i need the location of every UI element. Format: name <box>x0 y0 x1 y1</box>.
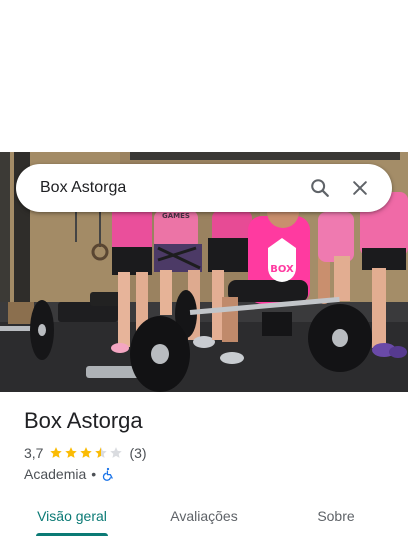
rating-row[interactable]: 3,7 (3) <box>24 444 147 462</box>
place-tabs: Visão geral Avaliações Sobre <box>0 496 408 536</box>
search-bar[interactable]: Box Astorga <box>16 164 392 212</box>
star-half-icon <box>95 447 108 458</box>
tab-label: Visão geral <box>37 508 107 524</box>
search-button[interactable] <box>300 168 340 208</box>
rating-stars <box>49 446 124 460</box>
active-tab-indicator <box>36 533 108 536</box>
close-icon <box>353 181 367 195</box>
wheelchair-icon[interactable] <box>101 467 115 481</box>
tab-overview[interactable]: Visão geral <box>0 496 144 536</box>
review-count[interactable]: (3) <box>129 445 146 461</box>
tab-label: Sobre <box>317 508 355 524</box>
tab-about[interactable]: Sobre <box>264 496 408 536</box>
place-category: Academia <box>24 466 87 482</box>
search-query[interactable]: Box Astorga <box>40 179 300 197</box>
tab-reviews[interactable]: Avaliações <box>144 496 264 536</box>
star-empty-icon <box>110 447 123 458</box>
search-icon <box>311 179 329 197</box>
clear-search-button[interactable] <box>340 168 380 208</box>
place-page: BOX GAMES Box Astorga Box Astorga 3,7 (3… <box>0 0 408 544</box>
separator-dot: • <box>91 466 97 482</box>
star-icon <box>65 447 78 458</box>
place-title: Box Astorga <box>24 408 143 433</box>
tab-label: Avaliações <box>170 508 238 524</box>
star-icon <box>80 447 93 458</box>
rating-value: 3,7 <box>24 445 44 461</box>
shirt-text: GAMES <box>162 212 190 220</box>
star-icon <box>50 447 63 458</box>
category-row: Academia • <box>24 465 115 483</box>
kettlebell-text: BOX <box>270 264 294 275</box>
